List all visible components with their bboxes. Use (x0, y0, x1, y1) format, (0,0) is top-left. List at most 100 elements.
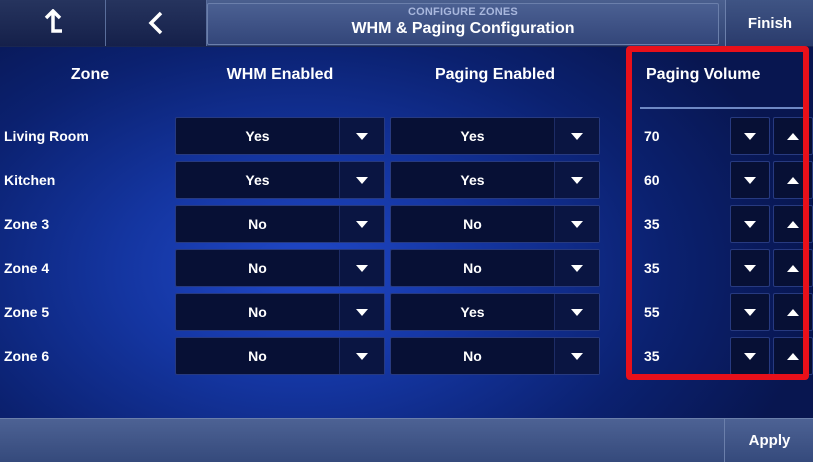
paging-dropdown-button[interactable] (554, 250, 599, 286)
paging-dropdown[interactable]: Yes (390, 117, 600, 155)
volume-down-button[interactable] (730, 293, 770, 331)
volume-down-button[interactable] (730, 205, 770, 243)
paging-value: Yes (460, 304, 485, 320)
top-bar: CONFIGURE ZONES WHM & Paging Configurati… (0, 0, 813, 47)
volume-up-button[interactable] (773, 249, 813, 287)
paging-dropdown-button[interactable] (554, 162, 599, 198)
whm-dropdown-button[interactable] (339, 294, 384, 330)
volume-value: 35 (644, 348, 660, 364)
chevron-down-icon (571, 352, 583, 360)
paging-value: No (463, 260, 482, 276)
chevron-down-icon (571, 132, 583, 140)
volume-up-button[interactable] (773, 337, 813, 375)
column-header-volume: Paging Volume (646, 66, 761, 83)
column-header-whm: WHM Enabled (226, 66, 334, 83)
volume-down-icon (744, 264, 756, 272)
volume-down-button[interactable] (730, 337, 770, 375)
volume-value: 35 (644, 260, 660, 276)
volume-up-icon (787, 264, 799, 272)
volume-down-button[interactable] (730, 161, 770, 199)
finish-button[interactable]: Finish (725, 0, 813, 46)
whm-dropdown-button[interactable] (339, 338, 384, 374)
chevron-down-icon (356, 176, 368, 184)
zone-label: Zone 3 (4, 216, 50, 232)
volume-value: 70 (644, 128, 660, 144)
whm-dropdown[interactable]: No (175, 293, 385, 331)
chevron-down-icon (571, 220, 583, 228)
chevron-down-icon (571, 176, 583, 184)
paging-dropdown[interactable]: Yes (390, 293, 600, 331)
volume-value: 60 (644, 172, 660, 188)
zone-label: Zone 6 (4, 348, 50, 364)
volume-down-icon (744, 352, 756, 360)
paging-value: Yes (460, 172, 485, 188)
paging-dropdown-button[interactable] (554, 118, 599, 154)
paging-dropdown-button[interactable] (554, 338, 599, 374)
chevron-down-icon (571, 308, 583, 316)
paging-dropdown[interactable]: Yes (390, 161, 600, 199)
paging-value: Yes (460, 128, 485, 144)
volume-down-icon (744, 220, 756, 228)
whm-dropdown[interactable]: Yes (175, 117, 385, 155)
whm-dropdown-button[interactable] (339, 250, 384, 286)
volume-up-button[interactable] (773, 293, 813, 331)
volume-up-button[interactable] (773, 161, 813, 199)
zone-label: Living Room (4, 128, 89, 144)
chevron-down-icon (356, 352, 368, 360)
chevron-down-icon (356, 308, 368, 316)
back-button[interactable] (106, 0, 207, 46)
header-divider (640, 107, 808, 109)
volume-up-icon (787, 220, 799, 228)
apply-button[interactable]: Apply (724, 419, 813, 462)
paging-dropdown-button[interactable] (554, 206, 599, 242)
column-header-zone: Zone (70, 66, 110, 83)
whm-dropdown[interactable]: No (175, 337, 385, 375)
volume-up-icon (787, 352, 799, 360)
paging-dropdown[interactable]: No (390, 249, 600, 287)
whm-value: Yes (245, 128, 270, 144)
chevron-down-icon (356, 132, 368, 140)
chevron-down-icon (356, 264, 368, 272)
page-title-box: CONFIGURE ZONES WHM & Paging Configurati… (207, 3, 719, 45)
paging-dropdown[interactable]: No (390, 205, 600, 243)
page-subtitle: CONFIGURE ZONES (408, 6, 518, 18)
volume-up-icon (787, 176, 799, 184)
up-arrow-home-icon (44, 9, 62, 33)
whm-value: No (248, 348, 267, 364)
zone-label: Kitchen (4, 172, 56, 188)
volume-down-icon (744, 308, 756, 316)
paging-value: No (463, 348, 482, 364)
chevron-down-icon (356, 220, 368, 228)
volume-value: 35 (644, 216, 660, 232)
paging-dropdown[interactable]: No (390, 337, 600, 375)
zone-label: Zone 4 (4, 260, 50, 276)
volume-up-button[interactable] (773, 117, 813, 155)
volume-value: 55 (644, 304, 660, 320)
whm-dropdown-button[interactable] (339, 206, 384, 242)
volume-down-button[interactable] (730, 117, 770, 155)
zone-label: Zone 5 (4, 304, 50, 320)
paging-dropdown-button[interactable] (554, 294, 599, 330)
home-button[interactable] (0, 0, 106, 46)
volume-down-icon (744, 132, 756, 140)
chevron-down-icon (571, 264, 583, 272)
column-header-paging: Paging Enabled (434, 66, 555, 83)
whm-dropdown[interactable]: Yes (175, 161, 385, 199)
whm-dropdown[interactable]: No (175, 205, 385, 243)
chevron-left-icon (148, 11, 163, 35)
whm-value: No (248, 260, 267, 276)
bottom-bar: Apply (0, 418, 813, 462)
page-title: WHM & Paging Configuration (351, 20, 575, 37)
whm-dropdown[interactable]: No (175, 249, 385, 287)
whm-dropdown-button[interactable] (339, 162, 384, 198)
volume-up-icon (787, 308, 799, 316)
volume-up-icon (787, 132, 799, 140)
volume-up-button[interactable] (773, 205, 813, 243)
volume-down-icon (744, 176, 756, 184)
whm-value: No (248, 216, 267, 232)
paging-value: No (463, 216, 482, 232)
whm-value: Yes (245, 172, 270, 188)
volume-down-button[interactable] (730, 249, 770, 287)
whm-value: No (248, 304, 267, 320)
whm-dropdown-button[interactable] (339, 118, 384, 154)
